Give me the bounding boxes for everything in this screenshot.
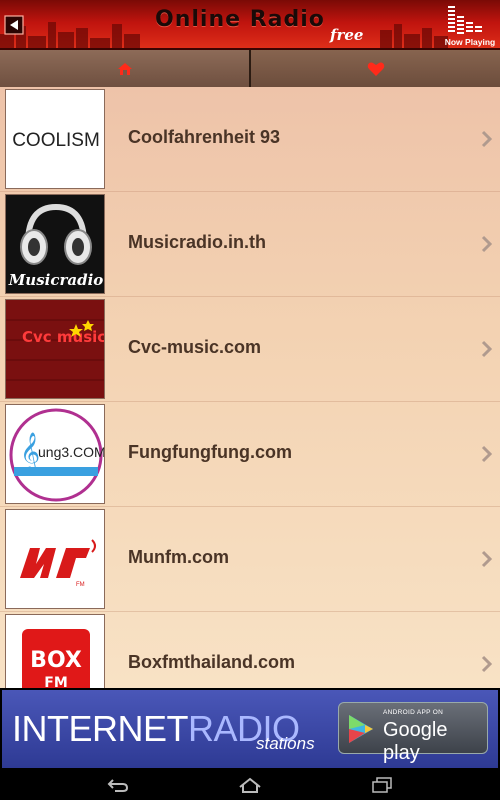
app-header: Online Radio free Now Playing — [0, 0, 500, 50]
boxfm-logo-image: BOX FM — [6, 615, 104, 688]
station-logo: 𝄞 ung3.COM — [5, 404, 105, 504]
musicradio-logo-image: Musicradio — [6, 195, 104, 293]
station-logo: BOX FM — [5, 614, 105, 688]
heart-icon — [367, 62, 384, 76]
station-name: Cvc-music.com — [128, 337, 262, 357]
cvc-music-logo-image: Cvc music — [6, 300, 105, 398]
svg-text:BOX: BOX — [30, 648, 82, 673]
chevron-right-icon — [481, 655, 492, 673]
station-logo: Musicradio — [5, 194, 105, 294]
ad-title-part1: INTERNET — [12, 708, 189, 749]
store-small-text: ANDROID APP ON — [383, 709, 444, 716]
play-store-icon — [349, 715, 373, 743]
back-icon — [4, 15, 24, 35]
recent-apps-icon — [372, 777, 392, 793]
logo-text: Musicradio — [8, 271, 104, 289]
nav-home-button[interactable] — [220, 770, 280, 800]
equalizer-icon — [448, 6, 482, 34]
svg-text:FM: FM — [76, 582, 85, 588]
chevron-right-icon — [481, 445, 492, 463]
ad-content: INTERNETRADIO stations ANDROID APP ON Go… — [2, 690, 498, 768]
station-logo: FM — [5, 509, 105, 609]
ad-banner[interactable]: INTERNETRADIO stations ANDROID APP ON Go… — [0, 688, 500, 770]
nav-recent-apps-button[interactable] — [352, 770, 412, 800]
chevron-right-icon — [481, 340, 492, 358]
tab-home[interactable] — [0, 50, 251, 87]
coolism-logo-image: COOLISM — [6, 90, 104, 188]
station-name: Boxfmthailand.com — [128, 652, 296, 672]
home-icon — [117, 62, 132, 75]
station-row[interactable]: Musicradio Musicradio.in.th — [0, 192, 500, 297]
station-row[interactable]: COOLISM Coolfahrenheit 93 — [0, 87, 500, 192]
now-playing-button[interactable]: Now Playing — [444, 2, 496, 48]
fungfungfung-logo-image: 𝄞 ung3.COM — [6, 405, 105, 503]
store-big-text: Google play — [383, 719, 448, 764]
station-row[interactable]: 𝄞 ung3.COM Fungfungfung.com — [0, 402, 500, 507]
logo-text: Cvc music — [22, 328, 105, 346]
logo-text: COOLISM — [12, 130, 100, 151]
back-button[interactable] — [2, 12, 26, 38]
nav-back-button[interactable] — [88, 770, 148, 800]
google-play-badge[interactable]: ANDROID APP ON Google play — [338, 702, 488, 764]
tab-favorites[interactable] — [251, 50, 500, 87]
title-sub: free — [330, 26, 364, 44]
station-row[interactable]: Cvc music Cvc-music.com — [0, 297, 500, 402]
station-row[interactable]: FM Munfm.com — [0, 507, 500, 612]
back-nav-icon — [107, 779, 129, 792]
station-logo: COOLISM — [5, 89, 105, 189]
munfm-logo-image: FM — [6, 510, 104, 608]
app-title: Online Radio free — [150, 4, 370, 44]
title-main: Online Radio — [155, 7, 325, 32]
station-name: Coolfahrenheit 93 — [128, 127, 281, 147]
home-nav-icon — [239, 777, 261, 793]
chevron-right-icon — [481, 550, 492, 568]
svg-text:FM: FM — [44, 675, 68, 688]
chevron-right-icon — [481, 130, 492, 148]
chevron-right-icon — [481, 235, 492, 253]
station-logo: Cvc music — [5, 299, 105, 399]
station-name: Munfm.com — [128, 547, 229, 567]
now-playing-label: Now Playing — [444, 37, 496, 47]
station-row[interactable]: BOX FM Boxfmthailand.com — [0, 612, 500, 688]
system-nav-bar — [0, 770, 500, 800]
station-name: Fungfungfung.com — [128, 442, 292, 462]
ad-subtitle: stations — [256, 734, 315, 753]
station-name: Musicradio.in.th — [128, 232, 267, 252]
tab-bar — [0, 50, 500, 87]
station-list: COOLISM Coolfahrenheit 93 Musicradio Mus… — [0, 87, 500, 688]
logo-text: ung3.COM — [38, 444, 105, 460]
